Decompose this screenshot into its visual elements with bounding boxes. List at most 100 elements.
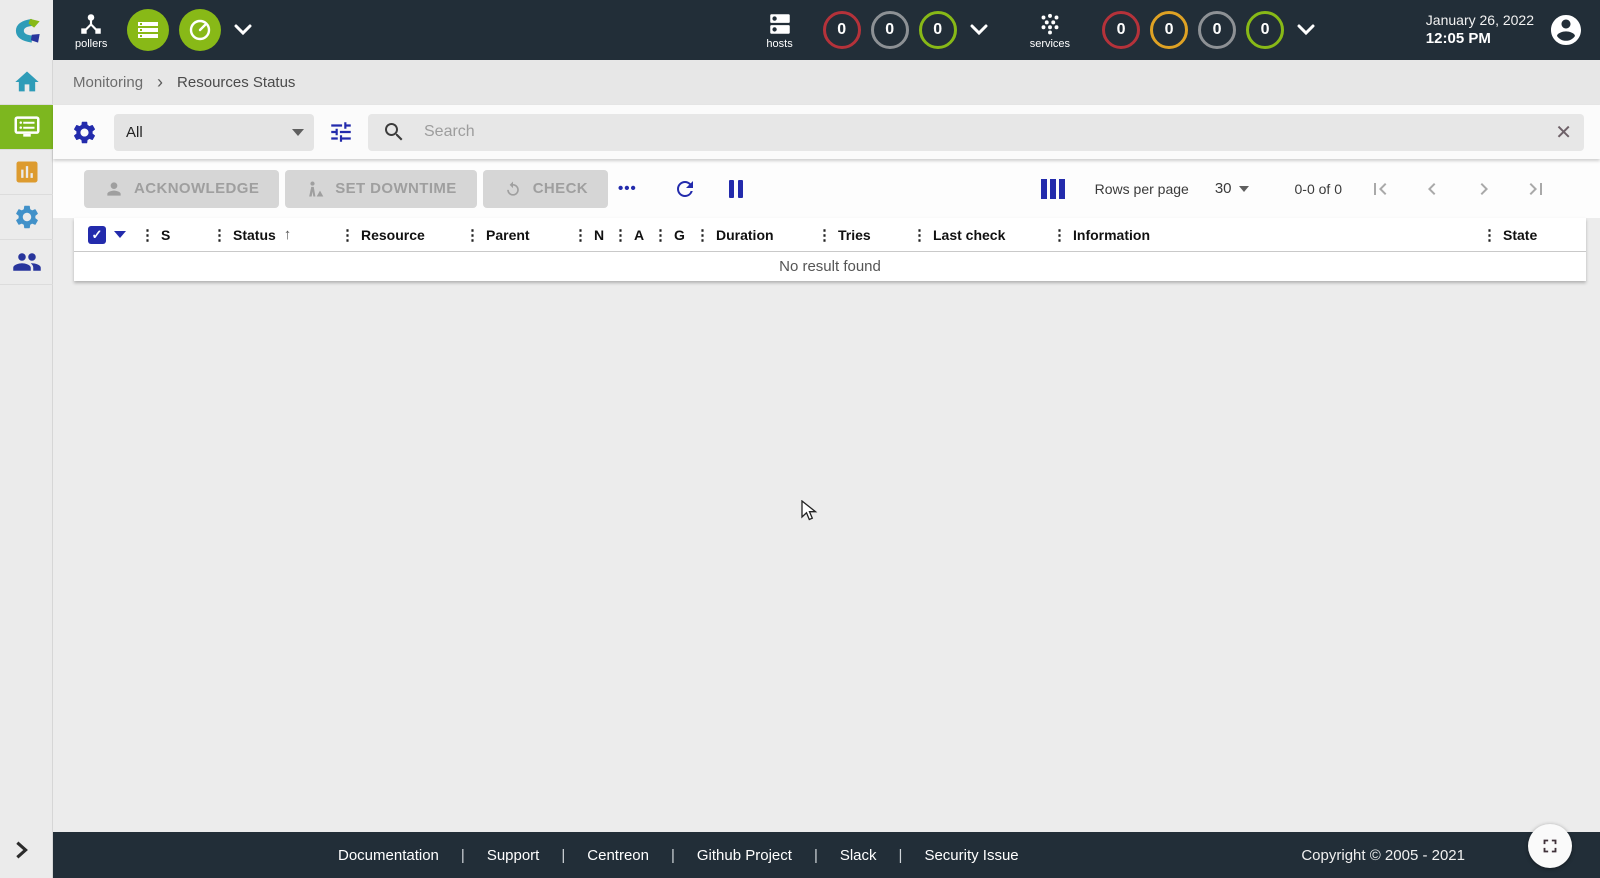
latency-status-button[interactable] bbox=[179, 9, 221, 51]
footer-link-documentation[interactable]: Documentation bbox=[338, 847, 439, 864]
person-icon bbox=[104, 179, 124, 199]
column-header-resource[interactable]: ⋮Resource bbox=[340, 226, 465, 244]
breadcrumb: Monitoring › Resources Status bbox=[53, 60, 1600, 105]
search-input[interactable] bbox=[424, 123, 1545, 141]
fullscreen-button[interactable] bbox=[1528, 824, 1572, 868]
search-icon bbox=[382, 120, 406, 144]
user-avatar-icon bbox=[1548, 12, 1584, 48]
clock: January 26, 2022 12:05 PM bbox=[1426, 11, 1534, 49]
last-page-icon bbox=[1524, 177, 1548, 201]
drag-handle-icon: ⋮ bbox=[212, 226, 227, 244]
set-downtime-button[interactable]: SET DOWNTIME bbox=[285, 170, 476, 208]
clear-search-icon[interactable]: ✕ bbox=[1555, 120, 1572, 145]
services-unknown-counter[interactable]: 0 bbox=[1198, 11, 1236, 49]
drag-handle-icon: ⋮ bbox=[1482, 226, 1497, 244]
user-menu-button[interactable] bbox=[1548, 12, 1584, 48]
column-header-last-check[interactable]: ⋮Last check bbox=[912, 226, 1052, 244]
acknowledge-button[interactable]: ACKNOWLEDGE bbox=[84, 170, 279, 208]
column-label: Resource bbox=[361, 227, 425, 243]
check-button[interactable]: CHECK bbox=[483, 170, 608, 208]
column-header-status[interactable]: ⋮Status↑ bbox=[212, 226, 340, 244]
sidebar-expand-button[interactable] bbox=[10, 839, 32, 866]
refresh-button[interactable] bbox=[663, 171, 707, 207]
sidebar-item-home[interactable] bbox=[0, 60, 53, 105]
footer-link-support[interactable]: Support bbox=[487, 847, 540, 864]
drag-handle-icon: ⋮ bbox=[613, 226, 628, 244]
column-label: Duration bbox=[716, 227, 774, 243]
column-label: State bbox=[1503, 227, 1537, 243]
hosts-down-counter[interactable]: 0 bbox=[823, 11, 861, 49]
poller-status-button[interactable] bbox=[127, 9, 169, 51]
hosts-menu[interactable]: hosts bbox=[766, 11, 792, 50]
drag-handle-icon: ⋮ bbox=[1052, 226, 1067, 244]
services-expand-chevron[interactable] bbox=[1297, 24, 1315, 36]
column-header-information[interactable]: ⋮Information bbox=[1052, 226, 1482, 244]
sidebar-item-monitoring[interactable] bbox=[0, 105, 53, 150]
sidebar-item-administration[interactable] bbox=[0, 240, 53, 285]
next-page-button[interactable] bbox=[1472, 177, 1496, 201]
first-page-button[interactable] bbox=[1368, 177, 1392, 201]
advanced-filters-button[interactable] bbox=[328, 119, 354, 145]
pause-autorefresh-button[interactable] bbox=[719, 174, 753, 204]
column-header-tries[interactable]: ⋮ Tries bbox=[817, 226, 912, 244]
more-actions-button[interactable]: ••• bbox=[618, 180, 637, 197]
pollers-menu[interactable]: pollers bbox=[75, 11, 107, 50]
pollers-expand-chevron[interactable] bbox=[234, 24, 252, 36]
rows-per-page-value: 30 bbox=[1215, 180, 1232, 197]
hosts-down-count: 0 bbox=[837, 21, 846, 39]
column-header-graph[interactable]: ⋮G bbox=[653, 226, 695, 244]
reporting-icon bbox=[13, 158, 41, 186]
hosts-unreachable-counter[interactable]: 0 bbox=[871, 11, 909, 49]
column-label: Tries bbox=[838, 227, 871, 243]
column-header-duration[interactable]: ⋮Duration bbox=[695, 226, 817, 244]
column-header-state[interactable]: ⋮ State bbox=[1482, 226, 1586, 244]
column-label: Status bbox=[233, 227, 276, 243]
drag-handle-icon: ⋮ bbox=[817, 226, 832, 244]
column-header-parent[interactable]: ⋮Parent bbox=[465, 226, 573, 244]
fullscreen-icon bbox=[1539, 835, 1561, 857]
services-critical-counter[interactable]: 0 bbox=[1102, 11, 1140, 49]
search-field[interactable]: ✕ bbox=[368, 114, 1584, 151]
breadcrumb-section[interactable]: Monitoring bbox=[73, 74, 143, 91]
hosts-up-counter[interactable]: 0 bbox=[919, 11, 957, 49]
footer-separator: | bbox=[561, 847, 565, 864]
column-header-notes[interactable]: ⋮N bbox=[573, 226, 613, 244]
drag-handle-icon: ⋮ bbox=[653, 226, 668, 244]
filter-select[interactable]: All bbox=[114, 114, 314, 151]
actions-toolbar: ACKNOWLEDGE SET DOWNTIME CHECK ••• bbox=[53, 159, 1600, 218]
chevron-right-icon bbox=[1472, 177, 1496, 201]
services-ok-counter[interactable]: 0 bbox=[1246, 11, 1284, 49]
filter-settings-button[interactable] bbox=[71, 119, 98, 146]
sidebar-item-reporting[interactable] bbox=[0, 150, 53, 195]
hosts-icon bbox=[767, 11, 793, 37]
hosts-label: hosts bbox=[766, 38, 792, 50]
column-header-severity[interactable]: ⋮S bbox=[140, 226, 212, 244]
selection-menu-caret-icon[interactable] bbox=[114, 231, 126, 238]
previous-page-button[interactable] bbox=[1420, 177, 1444, 201]
chevron-left-icon bbox=[1420, 177, 1444, 201]
footer-separator: | bbox=[671, 847, 675, 864]
footer-link-centreon[interactable]: Centreon bbox=[587, 847, 649, 864]
last-page-button[interactable] bbox=[1524, 177, 1548, 201]
rows-per-page-label: Rows per page bbox=[1095, 181, 1189, 197]
column-label: G bbox=[674, 227, 685, 243]
services-warning-counter[interactable]: 0 bbox=[1150, 11, 1188, 49]
rows-per-page-select[interactable]: 30 bbox=[1215, 180, 1249, 197]
edit-columns-button[interactable] bbox=[1031, 173, 1075, 205]
copyright-text: Copyright © 2005 - 2021 bbox=[1301, 847, 1465, 864]
column-header-action[interactable]: ⋮A bbox=[613, 226, 653, 244]
footer-link-slack[interactable]: Slack bbox=[840, 847, 877, 864]
refresh-icon bbox=[673, 177, 697, 201]
footer-link-security[interactable]: Security Issue bbox=[924, 847, 1018, 864]
centreon-logo-icon bbox=[8, 11, 46, 49]
services-menu[interactable]: services bbox=[1030, 11, 1070, 50]
select-all-checkbox[interactable]: ✓ bbox=[88, 226, 106, 244]
services-ok-count: 0 bbox=[1261, 21, 1270, 39]
centreon-logo[interactable] bbox=[0, 0, 53, 60]
footer-separator: | bbox=[899, 847, 903, 864]
sidebar-item-configuration[interactable] bbox=[0, 195, 53, 240]
pause-icon bbox=[729, 180, 743, 198]
footer-link-github[interactable]: Github Project bbox=[697, 847, 792, 864]
chevron-down-icon bbox=[970, 24, 988, 36]
hosts-expand-chevron[interactable] bbox=[970, 24, 988, 36]
